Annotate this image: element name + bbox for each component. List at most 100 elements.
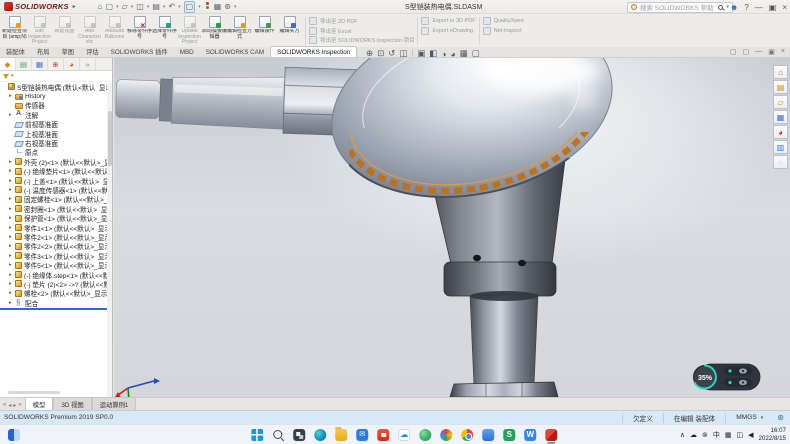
tab-scroll-icon[interactable]: « bbox=[3, 402, 6, 409]
clock[interactable]: 16:07 2022/8/15 bbox=[758, 427, 786, 442]
tree-item[interactable]: ▸ 零件2<1> (默认<<默认>_显示状 bbox=[0, 232, 112, 241]
quick-tool-icon[interactable]: ▤ bbox=[152, 2, 160, 12]
taskbar-app[interactable] bbox=[418, 427, 432, 443]
tree-item[interactable]: ▸ 传感器 bbox=[0, 101, 112, 110]
document-tab[interactable]: 运动算例1 bbox=[92, 397, 137, 410]
tree-item[interactable]: ▸ 零件3<1> (默认<<默认>_显示状 bbox=[0, 251, 112, 260]
ribbon-button[interactable]: 编辑实方 bbox=[277, 15, 302, 47]
ribbon-button[interactable]: 启动模板编辑器 bbox=[202, 15, 227, 47]
view-tool-icon[interactable]: ⊡ bbox=[377, 48, 384, 59]
tree-item[interactable]: ▸ (-) 绝缘垫片<1> (默认<<默认>_显 bbox=[0, 167, 112, 176]
tree-item[interactable]: ▸ 密封圈<1> (默认<<默认>_显示状 bbox=[0, 204, 112, 213]
task-pane-tab[interactable]: ▦ bbox=[773, 110, 788, 124]
task-pane-tab[interactable]: ▥ bbox=[773, 140, 788, 154]
tree-item[interactable]: ▸ (-) 绝缘体.step<1> (默认<<默认>_ bbox=[0, 270, 112, 279]
window-control-icon[interactable]: ▣ bbox=[769, 3, 777, 12]
panel-tab[interactable]: ⊕ bbox=[48, 58, 64, 70]
taskbar-app[interactable] bbox=[250, 427, 264, 443]
quick-tool-icon[interactable]: ▱ bbox=[122, 2, 128, 12]
view-tool-icon[interactable]: ▦ bbox=[460, 48, 468, 59]
tree-item[interactable]: ▸ 螺栓<2> (默认<<默认>_显示状态 bbox=[0, 289, 112, 298]
export-menu-item[interactable]: Net-Inspect bbox=[483, 27, 524, 35]
panel-tab[interactable]: ◆ bbox=[0, 58, 16, 70]
tree-filter[interactable]: ▾ bbox=[0, 71, 112, 82]
commandmanager-tab[interactable]: 布局 bbox=[31, 45, 56, 57]
model-hex-nut[interactable] bbox=[450, 382, 558, 397]
quick-tool-icon[interactable] bbox=[204, 2, 211, 11]
task-pane-tab[interactable]: ◌ bbox=[773, 155, 788, 169]
quick-tool-icon[interactable]: ▾ bbox=[163, 2, 166, 12]
quick-tool-icon[interactable]: ⌂ bbox=[98, 2, 103, 12]
ribbon-button[interactable]: 编辑检查方式 bbox=[227, 15, 252, 47]
tree-item[interactable]: ▸ 注解 bbox=[0, 110, 112, 119]
taskbar-app[interactable] bbox=[544, 427, 558, 443]
doc-window-control-icon[interactable]: ▢ bbox=[730, 48, 737, 56]
commandmanager-tab[interactable]: MBD bbox=[174, 47, 200, 57]
export-menu-item[interactable]: QualityXpert bbox=[483, 17, 524, 25]
commandmanager-tab[interactable]: 评估 bbox=[80, 45, 105, 57]
view-tool-icon[interactable]: ◫ bbox=[399, 48, 407, 59]
window-control-icon[interactable]: × bbox=[782, 3, 787, 12]
doc-window-control-icon[interactable]: — bbox=[755, 48, 762, 56]
export-menu-item[interactable]: Export to 3D PDF bbox=[421, 17, 475, 25]
ribbon-button[interactable]: Add/Edit Balloons bbox=[102, 15, 127, 47]
panel-tab[interactable]: ▦ bbox=[32, 58, 48, 70]
quick-tool-icon[interactable]: ▾ bbox=[131, 2, 134, 12]
ribbon-button[interactable]: 新建检查项目 (amp;N) bbox=[2, 15, 27, 47]
quick-tool-icon[interactable]: ⊛ bbox=[224, 2, 231, 12]
view-tool-icon[interactable]: ◑ bbox=[441, 49, 446, 59]
quick-tool-icon[interactable]: ▦ bbox=[214, 2, 222, 12]
taskbar-app[interactable] bbox=[460, 427, 474, 443]
task-pane-tab[interactable]: ▤ bbox=[773, 80, 788, 94]
tray-icon[interactable]: 中 bbox=[713, 430, 720, 440]
commandmanager-tab[interactable]: SOLIDWORKS CAM bbox=[200, 47, 270, 57]
quick-tool-icon[interactable]: ◫ bbox=[136, 2, 144, 12]
taskbar-app[interactable]: W bbox=[523, 427, 537, 443]
taskbar-app[interactable]: S bbox=[502, 427, 516, 443]
panel-horizontal-scrollbar[interactable] bbox=[8, 391, 60, 394]
commandmanager-tab[interactable]: SOLIDWORKS 插件 bbox=[105, 45, 174, 57]
tray-icon[interactable]: ◀ bbox=[748, 431, 753, 439]
taskbar-app[interactable]: ✉ bbox=[355, 427, 369, 443]
tree-item[interactable]: ▸ 保护管<1> (默认<<默认>_显示状 bbox=[0, 213, 112, 222]
ribbon-button[interactable]: 编辑操作 bbox=[252, 15, 277, 47]
export-menu-item[interactable]: 导出至 2D PDF bbox=[309, 17, 414, 25]
tree-item[interactable]: ▸ (-) 垫片 (2)<2> ->? (默认<<默认>_ bbox=[0, 279, 112, 288]
view-tool-icon[interactable]: | bbox=[411, 50, 413, 57]
tray-icon[interactable]: ◫ bbox=[736, 431, 743, 439]
tree-item[interactable]: ▸ 固定螺栓<1> (默认<<默认>_显示 bbox=[0, 195, 112, 204]
task-pane-tab[interactable]: ◕ bbox=[773, 125, 788, 139]
ribbon-button[interactable]: Update Inspection Project bbox=[177, 15, 202, 47]
taskbar-app[interactable] bbox=[292, 427, 306, 443]
ribbon-button[interactable]: 选择零件序号 bbox=[152, 15, 177, 47]
tree-item[interactable]: ▸ 原点 bbox=[0, 148, 112, 157]
panel-scrollbar[interactable] bbox=[107, 83, 112, 397]
tab-scroll-icon[interactable]: ◂ bbox=[8, 402, 11, 409]
quick-tool-icon[interactable]: ▢ bbox=[106, 2, 114, 12]
zoom-overlay-widget[interactable]: 35% bbox=[694, 364, 761, 390]
menu-expand-icon[interactable]: ▸ bbox=[73, 3, 76, 10]
ribbon-button[interactable]: 新建视图 bbox=[52, 15, 77, 47]
task-pane-tab[interactable]: ▱ bbox=[773, 95, 788, 109]
export-menu-item[interactable]: 导出至 SOLIDWORKS Inspection 项目 bbox=[309, 36, 414, 44]
model-protection-tube[interactable] bbox=[470, 291, 538, 386]
tree-item[interactable]: ▸ 上视基准面 bbox=[0, 129, 112, 138]
tab-scroll-icon[interactable]: » bbox=[18, 402, 21, 409]
search-scope-icon[interactable] bbox=[631, 4, 637, 10]
taskbar-app[interactable]: ☁ bbox=[397, 427, 411, 443]
export-menu-item[interactable]: 导出至 Excel bbox=[309, 27, 414, 35]
tree-item[interactable]: ▸ 前视基准面 bbox=[0, 120, 112, 129]
export-menu-item[interactable]: Export eDrawing bbox=[421, 27, 475, 35]
document-tab[interactable]: 3D 视图 bbox=[53, 397, 91, 410]
tree-item[interactable]: ▸ 零件2<2> (默认<<默认>_显示状 bbox=[0, 242, 112, 251]
widget-toggle[interactable] bbox=[724, 378, 752, 387]
ribbon-button[interactable]: Add Characteristic bbox=[77, 15, 102, 47]
quick-tool-icon[interactable]: ▾ bbox=[116, 2, 119, 12]
filter-caret-icon[interactable]: ▾ bbox=[11, 73, 14, 79]
ribbon-button[interactable]: 移除零件序号 bbox=[127, 15, 152, 47]
tree-splitter-line[interactable] bbox=[0, 308, 112, 310]
view-tool-icon[interactable]: ⊕ bbox=[366, 48, 373, 59]
search-input[interactable]: 搜索 SOLIDWORKS 帮助 ▾ bbox=[627, 2, 733, 13]
window-control-icon[interactable]: ? bbox=[744, 3, 748, 12]
quick-tool-icon[interactable]: ▢ bbox=[184, 1, 196, 13]
